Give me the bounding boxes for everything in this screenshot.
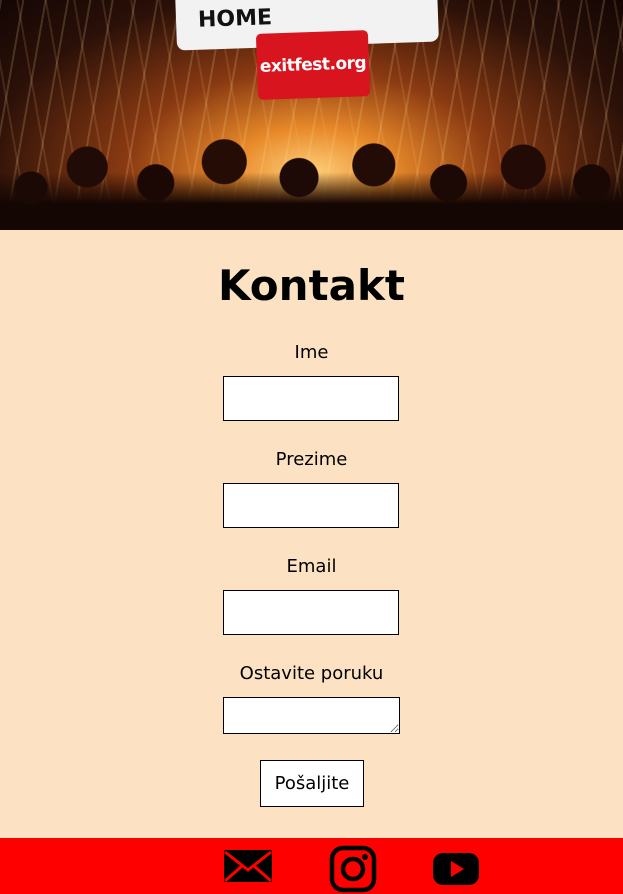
page-title: Kontakt: [218, 261, 405, 310]
exit-logo-text: exitfest.org: [259, 53, 367, 77]
message-label: Ostavite poruku: [239, 663, 384, 684]
youtube-icon[interactable]: [432, 852, 480, 886]
email-input[interactable]: [223, 590, 399, 635]
first-name-label: Ime: [294, 342, 329, 363]
hero-banner-text: HOME: [197, 5, 273, 33]
email-label: Email: [286, 556, 337, 577]
hero-image: HOME exitfest.org: [0, 0, 623, 230]
last-name-label: Prezime: [275, 449, 348, 470]
instagram-icon[interactable]: [329, 845, 377, 893]
crowd-silhouette: [0, 125, 623, 230]
submit-button[interactable]: Pošaljite: [260, 760, 364, 807]
message-textarea[interactable]: [223, 697, 400, 734]
first-name-input[interactable]: [223, 376, 399, 421]
last-name-input[interactable]: [223, 483, 399, 528]
exit-logo: exitfest.org: [255, 30, 371, 100]
footer: [0, 838, 623, 894]
mail-icon[interactable]: [222, 846, 274, 886]
